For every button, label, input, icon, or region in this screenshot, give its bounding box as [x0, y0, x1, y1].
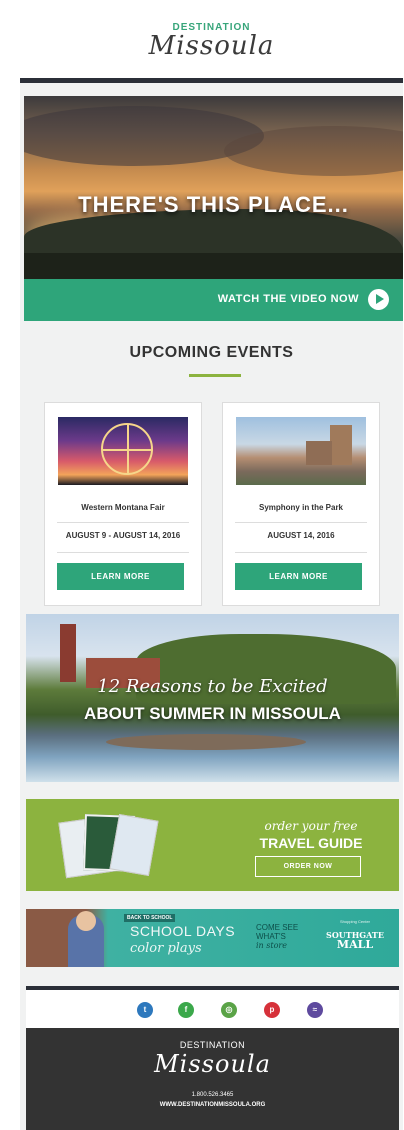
come-line: COME SEE — [256, 923, 299, 932]
come-line: in store — [256, 941, 287, 950]
pinterest-icon[interactable]: p — [264, 1002, 280, 1018]
watch-video-button[interactable]: WATCH THE VIDEO NOW — [24, 279, 403, 321]
building-shape — [330, 425, 352, 465]
school-plays-text: color plays — [130, 941, 202, 956]
footer-url-link[interactable]: WWW.DESTINATIONMISSOULA.ORG — [26, 1102, 399, 1108]
events-heading-underline — [189, 374, 241, 377]
building-shape — [306, 441, 332, 465]
southgate-mall-logo: SOUTHGATE MALL — [319, 931, 391, 951]
event-card: Symphony in the Park AUGUST 14, 2016 LEA… — [222, 402, 380, 606]
card-divider — [57, 552, 189, 553]
school-days-text: SCHOOL DAYS — [130, 923, 236, 939]
rss-icon[interactable]: ≈ — [307, 1002, 323, 1018]
kid-head-image — [76, 911, 96, 931]
footer-brand-small: DESTINATION — [179, 1040, 246, 1050]
header: DESTINATION Missoula — [20, 0, 403, 83]
hero-treeline — [24, 253, 403, 279]
instagram-icon[interactable]: ◎ — [221, 1002, 237, 1018]
mall-line: MALL — [336, 938, 374, 951]
hero-title: THERE'S THIS PLACE... — [78, 192, 349, 217]
events-heading: UPCOMING EVENTS — [129, 344, 294, 361]
learn-more-button[interactable]: LEARN MORE — [57, 563, 184, 590]
hero-cloud — [224, 126, 403, 176]
card-divider — [235, 552, 367, 553]
twitter-icon[interactable]: t — [137, 1002, 153, 1018]
mall-small-text: Shopping Center — [339, 919, 371, 924]
order-now-button[interactable]: ORDER NOW — [255, 856, 361, 877]
hero-image[interactable]: THERE'S THIS PLACE... — [24, 96, 403, 279]
social-bar: t f ◎ p ≈ — [26, 990, 399, 1028]
school-days-ad[interactable]: BACK TO SCHOOL SCHOOL DAYS color plays C… — [26, 909, 399, 967]
summer-reasons-banner[interactable]: 12 Reasons to be Excited ABOUT SUMMER IN… — [26, 614, 399, 782]
come-line: WHAT'S — [256, 932, 286, 941]
event-date: AUGUST 9 - AUGUST 14, 2016 — [65, 531, 181, 540]
event-date: AUGUST 14, 2016 — [267, 531, 335, 540]
learn-more-button[interactable]: LEARN MORE — [235, 563, 362, 590]
event-name: Western Montana Fair — [81, 503, 165, 512]
river-rocks-shape — [106, 734, 306, 750]
guide-book-image — [109, 813, 159, 877]
header-divider — [20, 78, 403, 83]
footer: DESTINATION Missoula 1.800.526.3465 WWW.… — [26, 1028, 399, 1130]
school-tag: BACK TO SCHOOL — [124, 914, 176, 922]
clock-tower-shape — [60, 624, 76, 682]
come-see-text: COME SEE WHAT'S in store — [256, 923, 298, 950]
footer-brand-logo[interactable]: Missoula — [26, 1050, 399, 1078]
play-circle-icon — [368, 289, 389, 310]
summer-title: ABOUT SUMMER IN MISSOULA — [84, 704, 341, 723]
card-divider — [57, 522, 189, 523]
guide-title: TRAVEL GUIDE — [259, 835, 363, 851]
event-card: Western Montana Fair AUGUST 9 - AUGUST 1… — [44, 402, 202, 606]
event-name: Symphony in the Park — [258, 503, 344, 512]
summer-script-text: 12 Reasons to be Excited — [97, 676, 328, 697]
card-divider — [235, 522, 367, 523]
guide-script-text: order your free — [264, 819, 358, 833]
footer-phone[interactable]: 1.800.526.3465 — [26, 1092, 399, 1098]
watch-video-label: WATCH THE VIDEO NOW — [217, 293, 359, 305]
travel-guide-banner: order your free TRAVEL GUIDE ORDER NOW — [26, 799, 399, 891]
symphony-park-image[interactable] — [236, 417, 366, 485]
email-page: DESTINATION Missoula THERE'S THIS PLACE.… — [20, 0, 403, 1130]
ferris-wheel-icon — [101, 423, 153, 475]
facebook-icon[interactable]: f — [178, 1002, 194, 1018]
brand-logo[interactable]: Missoula — [20, 31, 403, 61]
ferris-wheel-image[interactable] — [58, 417, 188, 485]
